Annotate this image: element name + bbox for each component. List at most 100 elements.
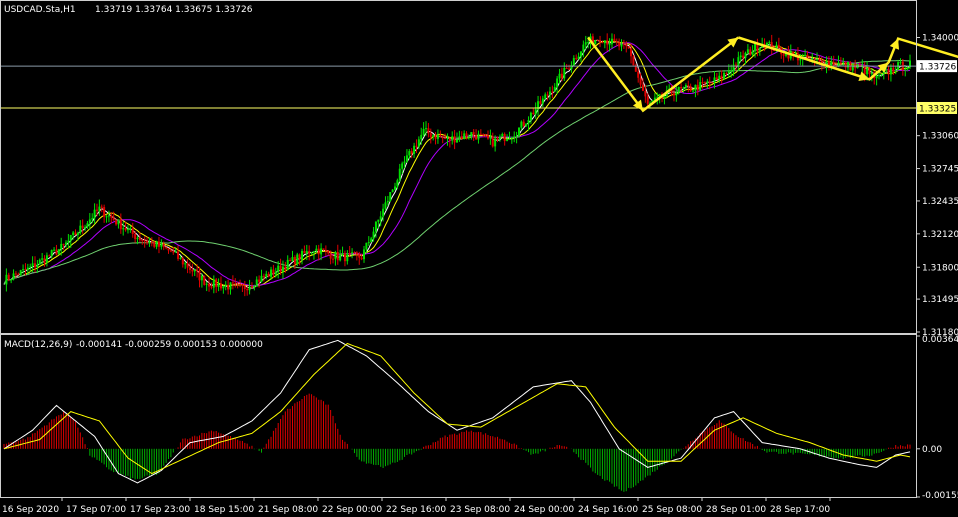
candle-bear <box>491 136 494 147</box>
macd-y-tick-label: -0.001556 <box>922 491 958 501</box>
candle-bull <box>906 67 909 70</box>
candle-bear <box>475 135 478 140</box>
candle-bull <box>692 90 695 92</box>
candle-bear <box>43 258 46 263</box>
candle-bull <box>682 87 685 89</box>
candle-bull <box>706 81 709 84</box>
candle-bear <box>725 72 728 74</box>
candle-bull <box>93 209 96 219</box>
candle-bear <box>177 251 180 259</box>
candle-bear <box>429 133 432 137</box>
candle-bull <box>842 61 845 63</box>
candle-bull <box>346 253 349 262</box>
candle-bear <box>472 132 475 136</box>
candle-bull <box>534 109 537 114</box>
candle-bear <box>448 137 451 141</box>
candle-bull <box>408 151 411 156</box>
candle-bear <box>637 71 640 78</box>
level-price-label: 1.33325 <box>919 104 956 114</box>
candle-bear <box>568 68 571 70</box>
candle-bull <box>501 134 504 137</box>
candle-bull <box>456 139 458 143</box>
candle-bear <box>742 55 745 58</box>
candle-bear <box>167 248 170 251</box>
candle-bear <box>708 81 711 83</box>
ohlc-readout: 1.33719 1.33764 1.33675 1.33726 <box>95 5 253 15</box>
y-tick-label: 1.32120 <box>922 230 958 240</box>
candle-bull <box>88 219 91 224</box>
candle-bear <box>565 67 568 69</box>
candle-bull <box>515 136 518 138</box>
candle-bull <box>19 270 22 276</box>
candle-bull <box>620 43 623 47</box>
candle-bear <box>689 86 692 92</box>
candle-bull <box>413 145 416 154</box>
candle-bear <box>453 136 456 143</box>
candle-bear <box>539 101 542 104</box>
candle-bull <box>253 286 256 288</box>
candle-bull <box>320 248 323 255</box>
candle-bull <box>436 134 439 139</box>
candle-bull <box>205 283 208 285</box>
candle-bear <box>298 254 301 260</box>
candle-bear <box>138 237 141 241</box>
candle-bull <box>713 77 716 83</box>
macd-values: -0.000141 -0.000259 0.000153 0.000000 <box>76 340 263 350</box>
candle-bear <box>317 248 320 255</box>
candle-bear <box>279 265 282 272</box>
candle-bull <box>894 70 897 72</box>
candle-bull <box>866 68 869 75</box>
candle-bear <box>355 252 358 255</box>
candle-bull <box>148 241 151 243</box>
candle-bear <box>146 240 149 243</box>
candle-bear <box>627 46 630 49</box>
pattern-arrow-line[interactable] <box>587 36 740 113</box>
candle-bull <box>684 85 687 88</box>
candle-bull <box>296 254 299 265</box>
candle-bear <box>844 61 847 68</box>
candle-bear <box>827 61 830 66</box>
candle-bull <box>737 57 740 66</box>
chart-canvas[interactable]: 1.34000 1.33060 1.32745 1.32435 1.32120 1.318… <box>0 0 958 517</box>
candle-bull <box>386 200 389 203</box>
candle-bear <box>613 38 616 42</box>
candle-bull <box>494 138 497 147</box>
candle-bull <box>22 269 25 271</box>
candle-bull <box>270 269 273 277</box>
candle-bear <box>33 263 36 268</box>
candle-bull <box>291 257 294 262</box>
candle-bull <box>200 275 203 281</box>
candle-bull <box>363 249 366 260</box>
candle-bull <box>60 243 63 250</box>
candle-bull <box>758 47 761 51</box>
candle-bear <box>749 49 752 55</box>
candle-bull <box>222 285 225 289</box>
candle-bear <box>696 84 699 91</box>
candle-bear <box>143 240 146 242</box>
candle-bull <box>587 42 590 44</box>
candle-bear <box>632 56 635 66</box>
candle-bear <box>496 138 499 140</box>
candle-bear <box>630 48 633 57</box>
candle-bull <box>510 137 513 139</box>
candle-bull <box>675 92 678 96</box>
candle-bear <box>818 59 821 61</box>
candle-bear <box>208 283 211 287</box>
candle-bull <box>84 227 87 229</box>
candle-bear <box>191 269 194 272</box>
candle-bear <box>336 252 339 261</box>
candle-bull <box>79 225 82 233</box>
candle-bear <box>196 269 199 272</box>
candle-bull <box>899 61 902 63</box>
y-tick-label: 1.33060 <box>922 132 958 142</box>
candle-bear <box>239 283 242 285</box>
candle-bear <box>219 283 222 289</box>
candles-group <box>5 33 911 297</box>
candle-bear <box>646 96 649 104</box>
candle-bull <box>663 96 666 98</box>
candle-bull <box>248 286 251 291</box>
candle-bear <box>813 58 816 60</box>
candle-bull <box>29 266 32 268</box>
ma-slow-line <box>3 42 911 287</box>
candle-bull <box>136 237 139 240</box>
